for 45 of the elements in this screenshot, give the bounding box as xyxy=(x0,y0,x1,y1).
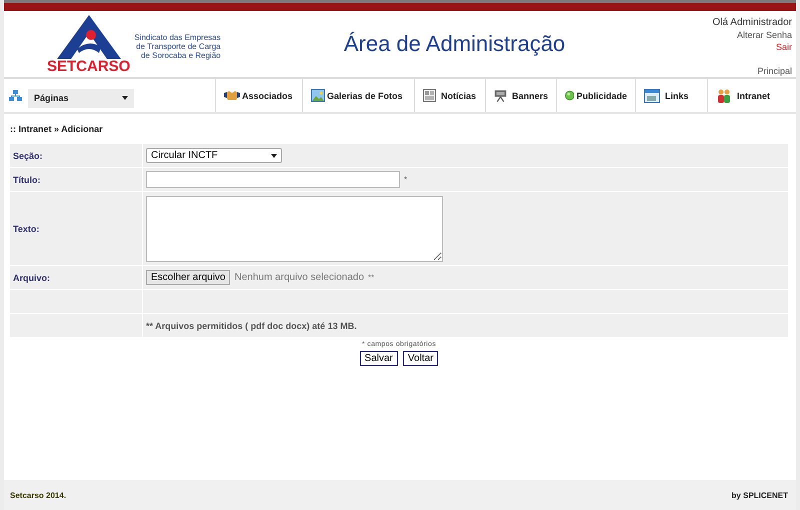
home-link[interactable]: Principal xyxy=(757,65,792,77)
projector-icon xyxy=(494,88,507,102)
nav-link[interactable]: Links xyxy=(635,79,707,112)
text-area[interactable] xyxy=(146,196,443,262)
people-icon xyxy=(716,88,732,102)
breadcrumb: :: Intranet » Adicionar xyxy=(10,124,104,134)
note-mark: ** xyxy=(368,273,374,282)
tagline-text: Sindicato das Empresas xyxy=(134,33,221,42)
nav-link[interactable]: Banners xyxy=(485,79,556,112)
nav-link[interactable]: Intranet xyxy=(707,79,796,112)
sitemap-icon xyxy=(9,90,22,102)
credit-text: by SPLICENET xyxy=(732,490,788,500)
picture-frame-icon xyxy=(311,89,325,102)
newspaper-icon xyxy=(423,89,436,102)
greeting-text: Olá Administrador xyxy=(712,17,792,29)
field-label: Seção: xyxy=(10,144,142,167)
field-label: Arquivo: xyxy=(10,266,142,289)
tagline-text: de Sorocaba e Região xyxy=(140,51,221,60)
tagline-text: de Transporte de Carga xyxy=(135,42,221,51)
browser-window-icon xyxy=(644,88,660,102)
field-label: Título: xyxy=(10,168,142,191)
caret-icon xyxy=(122,96,128,100)
nav-link[interactable]: Galerias de Fotos xyxy=(302,79,414,112)
page-title: Área de Administração xyxy=(342,31,566,57)
copyright-text: Setcarso 2014. xyxy=(10,490,66,500)
section-dropdown[interactable]: Circular INCTF xyxy=(146,148,282,163)
field-label: Texto: xyxy=(10,192,142,265)
form-button[interactable]: Salvar xyxy=(360,351,398,366)
required-mark: * xyxy=(404,175,408,184)
file-status-text: Nenhum arquivo selecionado xyxy=(234,272,364,283)
change-password-link[interactable]: Alterar Senha xyxy=(736,29,792,41)
caret-icon xyxy=(271,154,277,158)
file-types-note: ** Arquivos permitidos ( pdf doc docx) até 13 MB. xyxy=(146,320,357,330)
logo-icon xyxy=(56,15,121,59)
choose-file-button[interactable]: Escolher arquivo xyxy=(146,270,230,285)
nav-link[interactable]: Publicidade xyxy=(556,79,635,112)
handshake-icon xyxy=(224,90,240,101)
title-field[interactable] xyxy=(146,171,400,188)
nav-link[interactable]: Notícias xyxy=(414,79,485,112)
logo-text: SETCARSO xyxy=(47,59,130,75)
nav-link[interactable]: Associados xyxy=(215,79,302,112)
pages-dropdown[interactable]: Páginas xyxy=(28,88,134,108)
globe-icon xyxy=(565,89,574,102)
form-button[interactable]: Voltar xyxy=(402,351,438,366)
logout-link[interactable]: Sair xyxy=(776,41,792,53)
